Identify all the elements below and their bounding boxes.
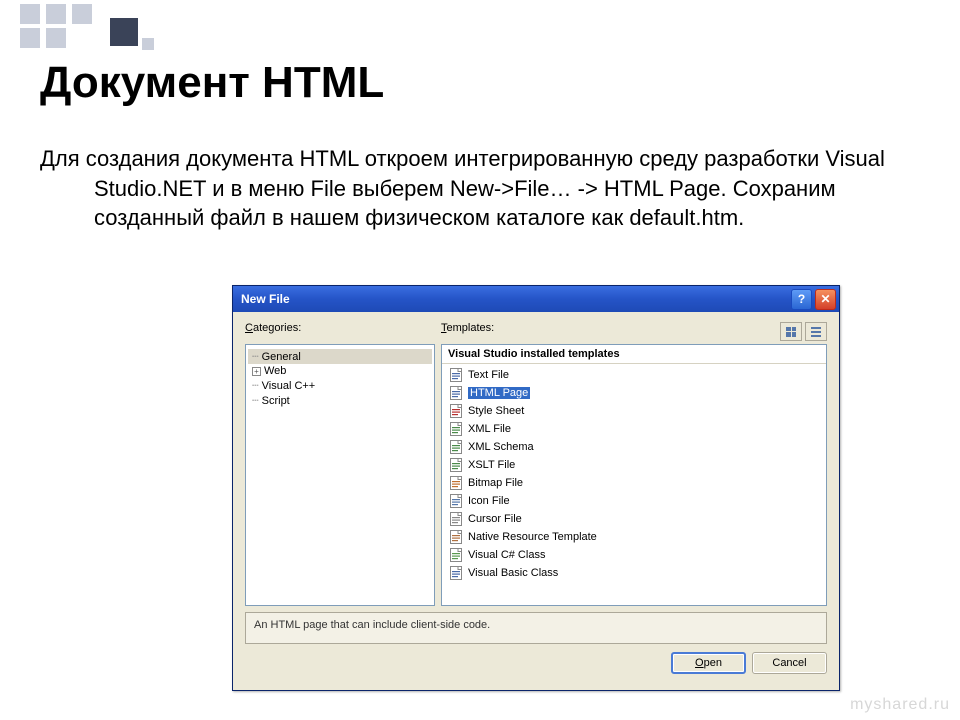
dialog-title: New File xyxy=(241,292,290,306)
templates-label: Templates: xyxy=(441,322,780,341)
template-label: XSLT File xyxy=(468,459,515,471)
category-general[interactable]: ┄ General xyxy=(248,349,432,364)
list-icon xyxy=(811,327,821,337)
category-label: Script xyxy=(262,395,290,407)
template-cursor-file[interactable]: Cursor File xyxy=(446,510,822,528)
template-label: Visual Basic Class xyxy=(468,567,558,579)
vb-class-icon xyxy=(448,565,464,581)
watermark: myshared.ru xyxy=(850,696,950,714)
style-sheet-icon xyxy=(448,403,464,419)
template-label: Style Sheet xyxy=(468,405,524,417)
xml-file-icon xyxy=(448,421,464,437)
category-web[interactable]: +Web xyxy=(248,364,432,378)
tree-branch-icon: ┄ xyxy=(252,394,257,407)
template-label: Text File xyxy=(468,369,509,381)
tree-branch-icon: ┄ xyxy=(252,350,257,363)
template-label: Visual C# Class xyxy=(468,549,545,561)
category-label: Visual C++ xyxy=(262,380,316,392)
template-label: Cursor File xyxy=(468,513,522,525)
template-label: HTML Page xyxy=(468,387,530,399)
category-visual-c-[interactable]: ┄ Visual C++ xyxy=(248,378,432,393)
slide-title: Документ HTML xyxy=(40,58,384,108)
template-visual-c-class[interactable]: Visual C# Class xyxy=(446,546,822,564)
template-visual-basic-class[interactable]: Visual Basic Class xyxy=(446,564,822,582)
open-button[interactable]: Open xyxy=(671,652,746,674)
template-style-sheet[interactable]: Style Sheet xyxy=(446,402,822,420)
dialog-titlebar[interactable]: New File ? ✕ xyxy=(233,286,839,312)
close-button[interactable]: ✕ xyxy=(815,289,836,310)
template-bitmap-file[interactable]: Bitmap File xyxy=(446,474,822,492)
template-xml-schema[interactable]: XML Schema xyxy=(446,438,822,456)
template-xml-file[interactable]: XML File xyxy=(446,420,822,438)
template-native-resource-template[interactable]: Native Resource Template xyxy=(446,528,822,546)
help-button[interactable]: ? xyxy=(791,289,812,310)
template-html-page[interactable]: HTML Page xyxy=(446,384,822,402)
category-script[interactable]: ┄ Script xyxy=(248,393,432,408)
cursor-file-icon xyxy=(448,511,464,527)
xml-schema-icon xyxy=(448,439,464,455)
description-panel: An HTML page that can include client-sid… xyxy=(245,612,827,644)
template-label: Bitmap File xyxy=(468,477,523,489)
csharp-class-icon xyxy=(448,547,464,563)
categories-tree[interactable]: ┄General+Web┄Visual C++┄Script xyxy=(245,344,435,606)
icon-file-icon xyxy=(448,493,464,509)
close-icon: ✕ xyxy=(820,292,830,306)
help-icon: ? xyxy=(798,292,805,306)
template-label: XML Schema xyxy=(468,441,534,453)
template-label: Icon File xyxy=(468,495,510,507)
template-label: XML File xyxy=(468,423,511,435)
category-label: Web xyxy=(264,365,286,377)
new-file-dialog: New File ? ✕ Categories: Templates: ┄ Gen… xyxy=(232,285,840,691)
categories-label: Categories: xyxy=(245,322,441,341)
slide-decor xyxy=(0,0,960,48)
large-icons-view-button[interactable] xyxy=(780,322,802,341)
grid-icon xyxy=(786,327,796,337)
templates-list[interactable]: Visual Studio installed templates Text F… xyxy=(441,344,827,606)
small-icons-view-button[interactable] xyxy=(805,322,827,341)
tree-branch-icon: ┄ xyxy=(252,379,257,392)
slide-body: Для создания документа HTML откроем инте… xyxy=(40,144,910,233)
resource-template-icon xyxy=(448,529,464,545)
template-text-file[interactable]: Text File xyxy=(446,366,822,384)
text-file-icon xyxy=(448,367,464,383)
templates-header: Visual Studio installed templates xyxy=(442,345,826,364)
category-label: General xyxy=(262,351,301,363)
expand-icon[interactable]: + xyxy=(252,367,261,376)
template-icon-file[interactable]: Icon File xyxy=(446,492,822,510)
html-page-icon xyxy=(448,385,464,401)
xslt-file-icon xyxy=(448,457,464,473)
bitmap-file-icon xyxy=(448,475,464,491)
cancel-button[interactable]: Cancel xyxy=(752,652,827,674)
slide-body-text: Для создания документа HTML откроем инте… xyxy=(40,144,910,233)
template-label: Native Resource Template xyxy=(468,531,597,543)
template-xslt-file[interactable]: XSLT File xyxy=(446,456,822,474)
